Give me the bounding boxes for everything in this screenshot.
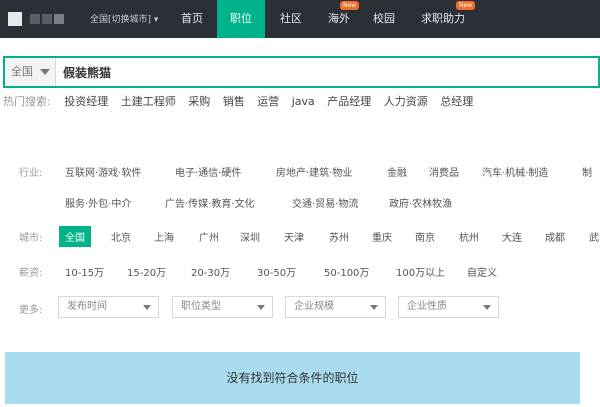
city-option[interactable]: 成都 <box>545 229 565 244</box>
city-option[interactable]: 北京 <box>111 229 131 244</box>
logo-block <box>54 14 64 24</box>
nav-home-label: 首页 <box>181 12 203 25</box>
more-label: 更多: <box>19 305 43 316</box>
city-label: 城市: <box>19 233 43 244</box>
caret-down-icon <box>143 305 151 310</box>
industry-option[interactable]: 服务·外包·中介 <box>65 195 131 210</box>
nav-job-help-label: 求职助力 <box>421 12 465 25</box>
city-option[interactable]: 重庆 <box>372 229 392 244</box>
city-option[interactable]: 上海 <box>154 229 174 244</box>
salary-option[interactable]: 100万以上 <box>396 264 445 279</box>
salary-label: 薪资: <box>19 268 43 279</box>
city-option[interactable]: 大连 <box>502 229 522 244</box>
logo-mark <box>8 12 22 26</box>
hot-search-link[interactable]: 投资经理 <box>64 95 108 108</box>
nav-campus-label: 校园 <box>373 12 395 25</box>
salary-option[interactable]: 30-50万 <box>257 264 296 279</box>
new-badge: New <box>340 1 360 10</box>
industry-label: 行业: <box>19 168 43 179</box>
nav-home[interactable]: 首页 <box>169 0 215 38</box>
salary-option[interactable]: 自定义 <box>467 264 497 279</box>
city-option[interactable]: 苏州 <box>329 229 349 244</box>
salary-option[interactable]: 50-100万 <box>324 264 369 279</box>
city-option[interactable]: 天津 <box>284 229 304 244</box>
industry-option[interactable]: 交通·贸易·物流 <box>292 195 358 210</box>
industry-option[interactable]: 汽车·机械·制造 <box>482 164 548 179</box>
nav-overseas-label: 海外 <box>328 12 350 25</box>
hot-searches-label: 热门搜索: <box>3 95 51 108</box>
caret-down-icon <box>370 305 378 310</box>
industry-option[interactable]: 电子·通信·硬件 <box>175 164 241 179</box>
search-input[interactable] <box>63 60 583 84</box>
industry-option[interactable]: 制 <box>582 164 592 179</box>
salary-option[interactable]: 15-20万 <box>127 264 166 279</box>
nav-community-label: 社区 <box>280 12 302 25</box>
city-option-selected[interactable]: 全国 <box>59 226 91 247</box>
nav-campus[interactable]: 校园 <box>362 0 406 38</box>
hot-searches: 热门搜索: 投资经理 土建工程师 采购 销售 运营 java 产品经理 人力资源… <box>3 92 482 112</box>
dropdown-label: 职位类型 <box>181 301 221 312</box>
city-option[interactable]: 深圳 <box>240 229 260 244</box>
city-switch-link[interactable]: 全国[切换城市] ▾ <box>90 12 158 25</box>
new-badge: New <box>456 1 476 10</box>
empty-results-text: 没有找到符合条件的职位 <box>226 371 359 385</box>
hot-search-link[interactable]: 销售 <box>223 95 245 108</box>
hot-search-link[interactable]: 人力资源 <box>384 95 428 108</box>
hot-search-link[interactable]: 总经理 <box>440 95 473 108</box>
city-option[interactable]: 南京 <box>415 229 435 244</box>
logo-block <box>42 14 52 24</box>
city-option[interactable]: 武 <box>589 229 599 244</box>
hot-search-link[interactable]: 采购 <box>188 95 210 108</box>
hot-search-link[interactable]: 产品经理 <box>327 95 371 108</box>
job-type-dropdown[interactable]: 职位类型 <box>172 296 273 318</box>
industry-option[interactable]: 房地产·建筑·物业 <box>276 164 352 179</box>
hot-search-link[interactable]: 运营 <box>257 95 279 108</box>
industry-option[interactable]: 广告·传媒·教育·文化 <box>165 195 255 210</box>
company-nature-dropdown[interactable]: 企业性质 <box>398 296 499 318</box>
company-size-dropdown[interactable]: 企业规模 <box>285 296 386 318</box>
search-scope-select[interactable]: 全国 <box>5 58 56 86</box>
search-box: 全国 <box>3 56 600 88</box>
search-scope-value: 全国 <box>11 65 33 78</box>
dropdown-label: 发布时间 <box>67 301 107 312</box>
salary-option[interactable]: 10-15万 <box>65 264 104 279</box>
top-navigation-bar: 全国[切换城市] ▾ 首页 职位 社区 海外 New 校园 求职助力 New <box>0 0 600 38</box>
industry-option[interactable]: 消费品 <box>429 164 459 179</box>
industry-option[interactable]: 互联网·游戏·软件 <box>65 164 141 179</box>
hot-search-link[interactable]: java <box>292 95 315 108</box>
caret-down-icon <box>40 69 50 75</box>
nav-jobs[interactable]: 职位 <box>217 0 265 38</box>
publish-time-dropdown[interactable]: 发布时间 <box>58 296 159 318</box>
nav-overseas[interactable]: 海外 New <box>316 0 362 38</box>
city-option[interactable]: 广州 <box>199 229 219 244</box>
site-logo[interactable] <box>8 10 70 28</box>
hot-search-link[interactable]: 土建工程师 <box>121 95 176 108</box>
empty-results-message: 没有找到符合条件的职位 <box>5 352 580 404</box>
nav-jobs-label: 职位 <box>230 12 252 25</box>
caret-down-icon <box>257 305 265 310</box>
industry-option[interactable]: 政府·农林牧渔 <box>389 195 452 210</box>
dropdown-label: 企业性质 <box>407 301 447 312</box>
industry-option[interactable]: 金融 <box>387 164 407 179</box>
caret-down-icon <box>483 305 491 310</box>
salary-option[interactable]: 20-30万 <box>191 264 230 279</box>
city-option[interactable]: 杭州 <box>459 229 479 244</box>
logo-block <box>30 14 40 24</box>
nav-job-help[interactable]: 求职助力 New <box>412 0 476 38</box>
nav-community[interactable]: 社区 <box>268 0 314 38</box>
dropdown-label: 企业规模 <box>294 301 334 312</box>
